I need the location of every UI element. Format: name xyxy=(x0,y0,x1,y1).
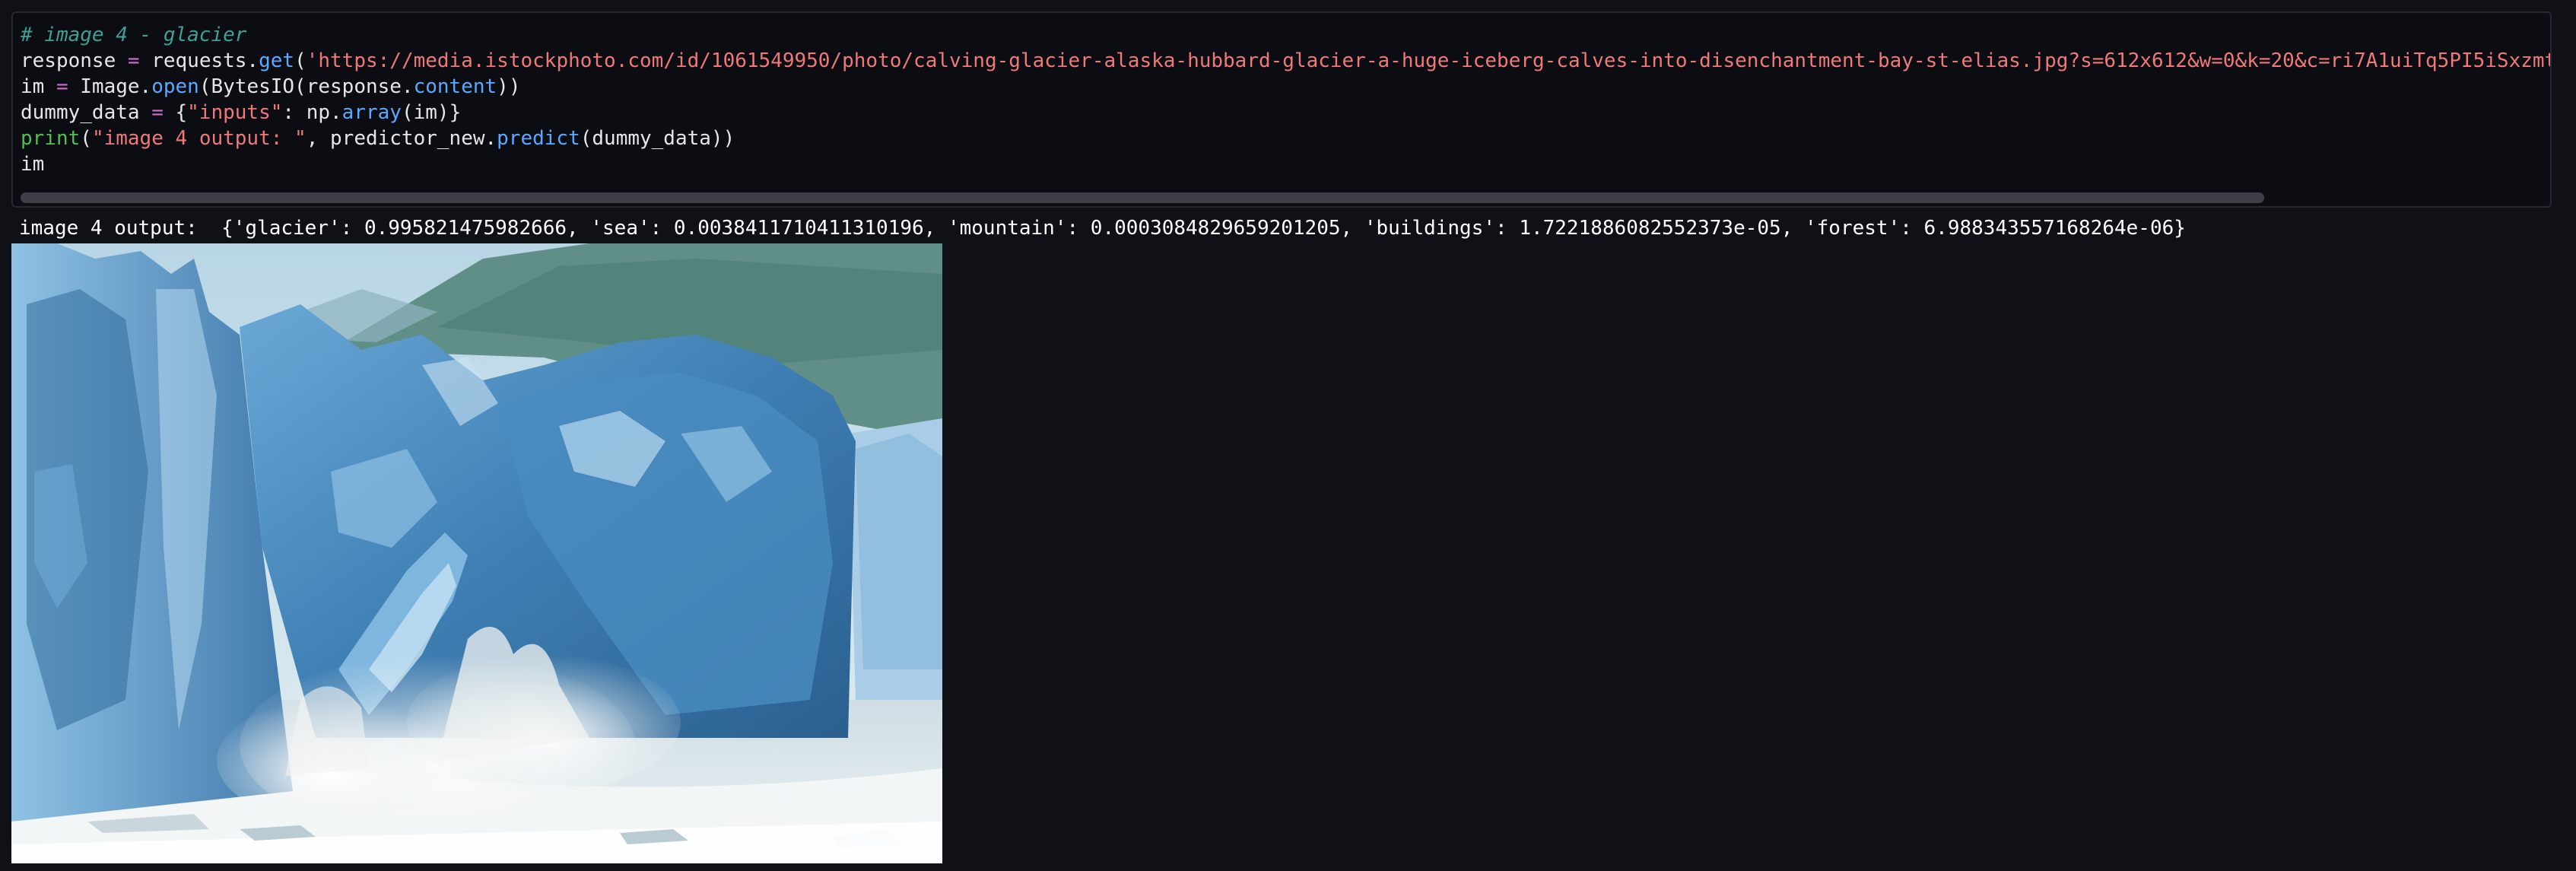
code-line-6: im xyxy=(21,151,2550,177)
code-function: get xyxy=(259,49,295,72)
code-token: Image. xyxy=(68,75,152,98)
code-token: dummy_data xyxy=(21,101,152,124)
code-token: requests. xyxy=(139,49,259,72)
code-line-5: print("image 4 output: ", predictor_new.… xyxy=(21,126,2550,151)
code-operator: = xyxy=(127,49,140,72)
code-comment: # image 4 - glacier xyxy=(21,24,247,46)
code-token: ( xyxy=(294,49,307,72)
output-image-glacier xyxy=(11,243,942,863)
code-token: (BytesIO(response. xyxy=(199,75,414,98)
code-line-1: # image 4 - glacier xyxy=(21,22,2550,48)
code-function: predict xyxy=(497,127,580,150)
code-operator: = xyxy=(56,75,68,98)
code-token: im xyxy=(21,75,56,98)
horizontal-scrollbar[interactable] xyxy=(21,192,2264,203)
code-token: )) xyxy=(497,75,521,98)
cell-output-text: image 4 output: {'glacier': 0.9958214759… xyxy=(19,217,2186,240)
code-token: , predictor_new. xyxy=(306,127,497,150)
code-token: response xyxy=(21,49,128,72)
code-string: "inputs" xyxy=(187,101,283,124)
code-string-url: 'https://media.istockphoto.com/id/106154… xyxy=(306,49,2552,72)
code-cell[interactable]: # image 4 - glacier response = requests.g… xyxy=(11,11,2552,208)
code-line-2: response = requests.get('https://media.i… xyxy=(21,48,2552,74)
code-token: : np. xyxy=(282,101,342,124)
code-operator: = xyxy=(151,101,164,124)
code-function: open xyxy=(151,75,199,98)
code-string: "image 4 output: " xyxy=(91,127,307,150)
code-token: im xyxy=(21,153,45,176)
code-token: ( xyxy=(80,127,92,150)
code-token: { xyxy=(163,101,188,124)
code-token: (im)} xyxy=(401,101,462,124)
code-function: content xyxy=(413,75,497,98)
code-line-3: im = Image.open(BytesIO(response.content… xyxy=(21,74,2550,100)
glacier-photo xyxy=(11,243,942,863)
code-builtin: print xyxy=(21,127,81,150)
code-editor[interactable]: # image 4 - glacier response = requests.g… xyxy=(21,22,2552,177)
code-line-4: dummy_data = {"inputs": np.array(im)} xyxy=(21,100,2550,126)
code-function: array xyxy=(341,101,402,124)
code-token: (dummy_data)) xyxy=(580,127,735,150)
